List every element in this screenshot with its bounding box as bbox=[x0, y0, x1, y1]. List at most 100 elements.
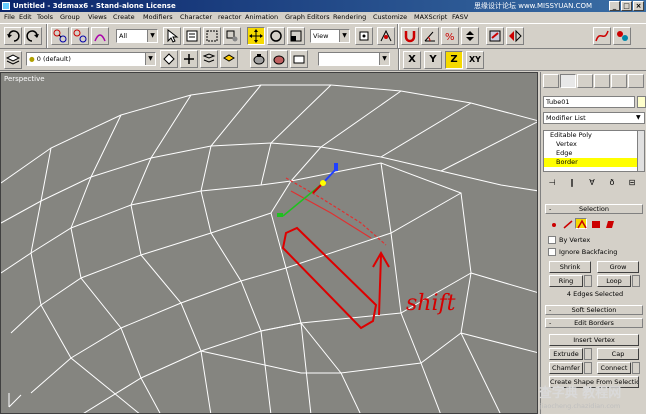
remove-modifier-icon[interactable]: ð bbox=[605, 176, 619, 189]
utilities-tab-icon[interactable] bbox=[628, 74, 644, 88]
layer-dropdown[interactable]: ● 0 (default) ▼ bbox=[26, 52, 156, 66]
redo-button[interactable] bbox=[24, 27, 42, 45]
select-by-name-button[interactable] bbox=[183, 27, 201, 45]
select-object-button[interactable] bbox=[163, 27, 181, 45]
stack-item-editable-poly[interactable]: Editable Poly bbox=[544, 131, 638, 140]
menu-reactor[interactable]: reactor bbox=[218, 13, 241, 22]
selection-filter-dropdown[interactable]: All ▼ bbox=[116, 29, 158, 43]
loop-spinner[interactable] bbox=[632, 275, 640, 287]
axis-y-button[interactable]: Y bbox=[424, 51, 442, 69]
loop-button[interactable]: Loop bbox=[597, 275, 631, 287]
menu-fasv[interactable]: FASV bbox=[452, 13, 468, 22]
minimize-button[interactable]: _ bbox=[609, 1, 620, 11]
angle-snap-button[interactable] bbox=[421, 27, 439, 45]
menu-edit[interactable]: Edit bbox=[19, 13, 32, 22]
render-type-dropdown[interactable]: ▼ bbox=[318, 52, 390, 66]
set-current-layer-button[interactable] bbox=[220, 50, 238, 68]
menu-tools[interactable]: Tools bbox=[37, 13, 53, 22]
by-vertex-checkbox[interactable] bbox=[548, 236, 556, 244]
ring-button[interactable]: Ring bbox=[549, 275, 583, 287]
make-unique-icon[interactable]: ∀ bbox=[585, 176, 599, 189]
axis-x-button[interactable]: X bbox=[403, 51, 421, 69]
material-editor-button[interactable] bbox=[613, 27, 631, 45]
menu-animation[interactable]: Animation bbox=[245, 13, 278, 22]
bind-space-warp-button[interactable] bbox=[91, 27, 109, 45]
object-name-field[interactable]: Tube01 bbox=[543, 96, 635, 108]
layer-manager-button[interactable] bbox=[4, 51, 22, 69]
axis-z-button[interactable]: Z bbox=[445, 51, 463, 69]
chamfer-settings-button[interactable] bbox=[584, 362, 592, 374]
insert-vertex-button[interactable]: Insert Vertex bbox=[549, 334, 639, 346]
mirror-button[interactable] bbox=[506, 27, 524, 45]
curve-editor-button[interactable] bbox=[593, 27, 611, 45]
unlink-button[interactable] bbox=[71, 27, 89, 45]
select-layer-button[interactable] bbox=[200, 50, 218, 68]
scale-button[interactable] bbox=[287, 27, 305, 45]
extrude-settings-button[interactable] bbox=[584, 348, 592, 360]
modifier-list-dropdown[interactable]: Modifier List ▼ bbox=[543, 112, 645, 124]
menu-maxscript[interactable]: MAXScript bbox=[414, 13, 447, 22]
object-color-swatch[interactable] bbox=[637, 96, 646, 108]
render-scene-button[interactable] bbox=[250, 50, 268, 68]
maximize-button[interactable]: □ bbox=[621, 1, 632, 11]
configure-sets-icon[interactable]: ⊟ bbox=[625, 176, 639, 189]
grow-button[interactable]: Grow bbox=[597, 261, 639, 273]
chamfer-button[interactable]: Chamfer bbox=[549, 362, 583, 374]
undo-button[interactable] bbox=[4, 27, 22, 45]
menu-file[interactable]: File bbox=[4, 13, 15, 22]
viewport-label[interactable]: Perspective bbox=[4, 75, 45, 83]
modify-tab-icon[interactable] bbox=[560, 74, 576, 88]
element-level-icon[interactable] bbox=[603, 218, 615, 229]
polygon-level-icon[interactable] bbox=[589, 218, 601, 229]
extrude-button[interactable]: Extrude bbox=[549, 348, 583, 360]
reference-coord-dropdown[interactable]: View ▼ bbox=[310, 29, 350, 43]
motion-tab-icon[interactable] bbox=[594, 74, 610, 88]
menu-views[interactable]: Views bbox=[88, 13, 107, 22]
menu-character[interactable]: Character bbox=[180, 13, 212, 22]
vertex-level-icon[interactable] bbox=[547, 218, 559, 229]
pin-stack-icon[interactable]: ⊣ bbox=[545, 176, 559, 189]
stack-item-vertex[interactable]: Vertex bbox=[544, 140, 638, 149]
create-tab-icon[interactable] bbox=[543, 74, 559, 88]
quick-render-button[interactable] bbox=[270, 50, 288, 68]
pivot-center-button[interactable] bbox=[355, 27, 373, 45]
cap-button[interactable]: Cap bbox=[597, 348, 639, 360]
axis-xy-button[interactable]: XY bbox=[466, 51, 484, 69]
menu-rendering[interactable]: Rendering bbox=[333, 13, 366, 22]
connect-button[interactable]: Connect bbox=[597, 362, 631, 374]
ring-spinner[interactable] bbox=[584, 275, 592, 287]
menu-modifiers[interactable]: Modifiers bbox=[143, 13, 173, 22]
stack-item-border[interactable]: Border bbox=[544, 158, 638, 167]
connect-settings-button[interactable] bbox=[632, 362, 640, 374]
display-tab-icon[interactable] bbox=[611, 74, 627, 88]
soft-selection-rollout-header[interactable]: Soft Selection bbox=[545, 305, 643, 315]
menu-group[interactable]: Group bbox=[60, 13, 80, 22]
menu-customize[interactable]: Customize bbox=[373, 13, 407, 22]
add-to-layer-button[interactable] bbox=[180, 50, 198, 68]
edit-borders-rollout-header[interactable]: Edit Borders bbox=[545, 318, 643, 328]
shrink-button[interactable]: Shrink bbox=[549, 261, 591, 273]
select-link-button[interactable] bbox=[51, 27, 69, 45]
hierarchy-tab-icon[interactable] bbox=[577, 74, 593, 88]
named-selection-button[interactable] bbox=[486, 27, 504, 45]
snaps-toggle-button[interactable] bbox=[401, 27, 419, 45]
edge-level-icon[interactable] bbox=[561, 218, 573, 229]
show-end-result-icon[interactable]: ∥ bbox=[565, 176, 579, 189]
border-level-icon[interactable] bbox=[575, 218, 587, 229]
stack-scrollbar[interactable] bbox=[637, 131, 644, 171]
menu-graph-editors[interactable]: Graph Editors bbox=[285, 13, 330, 22]
move-button[interactable] bbox=[247, 27, 265, 45]
stack-item-edge[interactable]: Edge bbox=[544, 149, 638, 158]
ignore-backfacing-checkbox[interactable] bbox=[548, 248, 556, 256]
selection-rollout-header[interactable]: Selection bbox=[545, 204, 643, 214]
perspective-viewport[interactable]: Perspective shift bbox=[0, 72, 538, 414]
region-select-button[interactable] bbox=[203, 27, 221, 45]
close-button[interactable]: × bbox=[633, 1, 644, 11]
render-type-button[interactable] bbox=[290, 50, 308, 68]
menu-create[interactable]: Create bbox=[113, 13, 135, 22]
select-manipulate-button[interactable] bbox=[377, 27, 395, 45]
window-crossing-button[interactable] bbox=[223, 27, 241, 45]
spinner-snap-button[interactable] bbox=[461, 27, 479, 45]
create-layer-button[interactable] bbox=[160, 50, 178, 68]
percent-snap-button[interactable]: % bbox=[441, 27, 459, 45]
